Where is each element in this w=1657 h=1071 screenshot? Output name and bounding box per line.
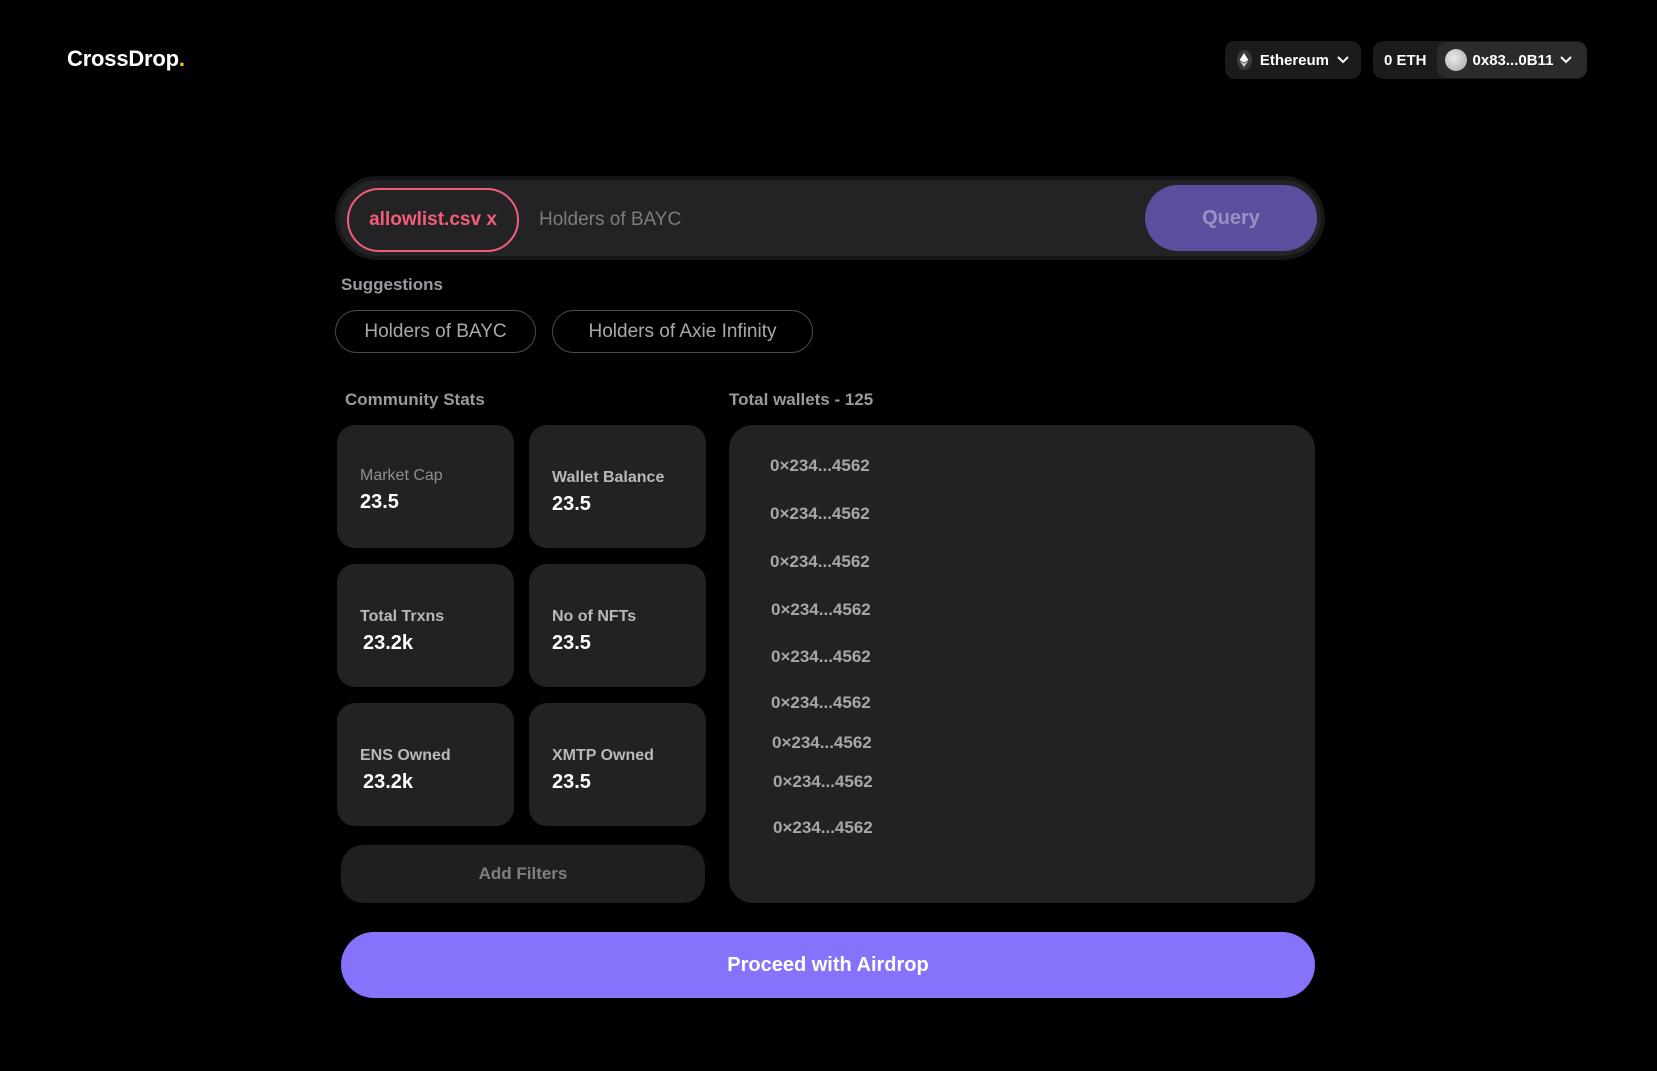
logo-text: CrossDrop [67, 46, 179, 71]
wallet-list-item[interactable]: 0×234...4562 [770, 504, 870, 524]
suggestion-chip[interactable]: Holders of Axie Infinity [552, 310, 813, 353]
stat-card-total-trxns: Total Trxns 23.2k [337, 564, 514, 687]
chevron-down-icon [1337, 53, 1349, 67]
logo[interactable]: CrossDrop. [67, 46, 185, 72]
wallet-list-item[interactable]: 0×234...4562 [770, 456, 870, 476]
total-wallets-title: Total wallets - 125 [729, 390, 874, 409]
stat-label: ENS Owned [360, 747, 451, 764]
proceed-airdrop-button[interactable]: Proceed with Airdrop [341, 932, 1315, 998]
wallet-address: 0x83...0B11 [1472, 51, 1554, 69]
wallet-list-item[interactable]: 0×234...4562 [771, 647, 871, 667]
wallet-list-item[interactable]: 0×234...4562 [772, 733, 872, 753]
search-bar: allowlist.csv x Query [335, 176, 1325, 260]
stat-card-no-of-nfts: No of NFTs 23.5 [529, 564, 706, 687]
stat-label: Market Cap [360, 467, 443, 484]
wallet-list-item[interactable]: 0×234...4562 [771, 600, 871, 620]
chevron-down-icon [1559, 53, 1573, 67]
stat-card-ens-owned: ENS Owned 23.2k [337, 703, 514, 826]
stat-label: No of NFTs [552, 608, 637, 625]
network-label: Ethereum [1259, 51, 1329, 69]
wallet-list-item[interactable]: 0×234...4562 [773, 818, 873, 838]
stat-value: 23.5 [552, 493, 591, 515]
suggestions-title: Suggestions [341, 275, 444, 294]
suggestion-chip[interactable]: Holders of BAYC [335, 310, 536, 353]
wallet-list-item[interactable]: 0×234...4562 [770, 552, 870, 572]
logo-dot: . [178, 46, 185, 71]
avatar [1444, 49, 1467, 71]
network-selector[interactable]: Ethereum [1225, 41, 1361, 79]
wallets-list: 0×234...4562 0×234...4562 0×234...4562 0… [729, 425, 1315, 903]
stat-card-market-cap: Market Cap 23.5 [337, 425, 514, 548]
stat-value: 23.2k [363, 632, 414, 654]
page: CrossDrop. Ethereum 0 ETH 0x83...0B11 al… [0, 0, 1657, 1071]
search-input[interactable] [539, 194, 1099, 246]
stat-label: Wallet Balance [552, 469, 665, 486]
stat-value: 23.5 [360, 491, 399, 513]
stat-value: 23.2k [363, 771, 414, 793]
stat-card-wallet-balance: Wallet Balance 23.5 [529, 425, 706, 548]
file-chip[interactable]: allowlist.csv x [347, 188, 519, 252]
eth-balance: 0 ETH [1384, 51, 1427, 69]
wallet-box: 0 ETH 0x83...0B11 [1373, 41, 1587, 79]
wallet-list-item[interactable]: 0×234...4562 [771, 693, 871, 713]
query-button[interactable]: Query [1145, 185, 1317, 251]
wallet-list-item[interactable]: 0×234...4562 [773, 772, 873, 792]
ethereum-icon [1237, 50, 1252, 70]
wallet-address-button[interactable]: 0x83...0B11 [1436, 42, 1587, 78]
community-stats-title: Community Stats [345, 390, 485, 409]
stat-value: 23.5 [552, 771, 591, 793]
stat-label: XMTP Owned [552, 747, 654, 764]
stat-label: Total Trxns [360, 608, 445, 625]
stat-value: 23.5 [552, 632, 591, 654]
add-filters-button[interactable]: Add Filters [341, 845, 705, 903]
stat-card-xmtp-owned: XMTP Owned 23.5 [529, 703, 706, 826]
